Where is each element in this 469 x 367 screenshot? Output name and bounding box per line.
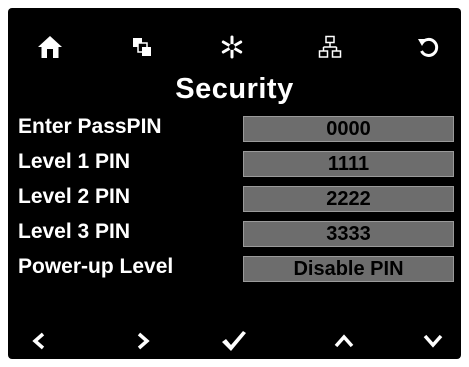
- device-screen: Security Enter PassPIN 0000 Level 1 PIN …: [8, 8, 461, 359]
- asterisk-icon: [221, 35, 243, 59]
- page-title: Security: [175, 73, 294, 105]
- setting-label: Enter PassPIN: [18, 115, 162, 138]
- confirm-button[interactable]: [214, 326, 254, 356]
- enter-passpin-field[interactable]: 0000: [243, 116, 454, 142]
- home-icon: [38, 36, 62, 58]
- undo-button[interactable]: [408, 30, 448, 64]
- setting-label: Level 1 PIN: [18, 150, 131, 173]
- level-1-pin-field[interactable]: 1111: [243, 151, 454, 177]
- copy-button[interactable]: [122, 30, 162, 64]
- level-3-pin-field[interactable]: 3333: [243, 221, 454, 247]
- up-button[interactable]: [324, 326, 364, 356]
- settings-button[interactable]: [212, 30, 252, 64]
- previous-button[interactable]: [19, 326, 59, 356]
- settings-list: Enter PassPIN 0000 Level 1 PIN 1111 Leve…: [18, 113, 458, 288]
- next-button[interactable]: [123, 326, 163, 356]
- down-button[interactable]: [413, 326, 453, 356]
- level-2-pin-field[interactable]: 2222: [243, 186, 454, 212]
- chevron-right-icon: [137, 332, 150, 350]
- checkmark-icon: [222, 331, 246, 351]
- setting-row-level-1-pin: Level 1 PIN 1111: [18, 148, 458, 180]
- setting-label: Level 2 PIN: [18, 185, 131, 208]
- setting-row-enter-passpin: Enter PassPIN 0000: [18, 113, 458, 145]
- setting-label: Power-up Level: [18, 255, 174, 278]
- top-toolbar: [8, 30, 461, 64]
- undo-icon: [418, 37, 439, 57]
- bottom-nav-bar: [8, 326, 461, 356]
- power-up-level-selector[interactable]: Disable PIN: [243, 256, 454, 282]
- network-button[interactable]: [310, 30, 350, 64]
- setting-row-power-up-level: Power-up Level Disable PIN: [18, 253, 458, 285]
- chevron-down-icon: [423, 334, 443, 348]
- setting-label: Level 3 PIN: [18, 220, 131, 243]
- chevron-left-icon: [32, 332, 45, 350]
- copy-icon: [133, 38, 151, 56]
- setting-row-level-2-pin: Level 2 PIN 2222: [18, 183, 458, 215]
- chevron-up-icon: [334, 334, 354, 348]
- home-button[interactable]: [30, 30, 70, 64]
- network-icon: [318, 35, 342, 58]
- setting-row-level-3-pin: Level 3 PIN 3333: [18, 218, 458, 250]
